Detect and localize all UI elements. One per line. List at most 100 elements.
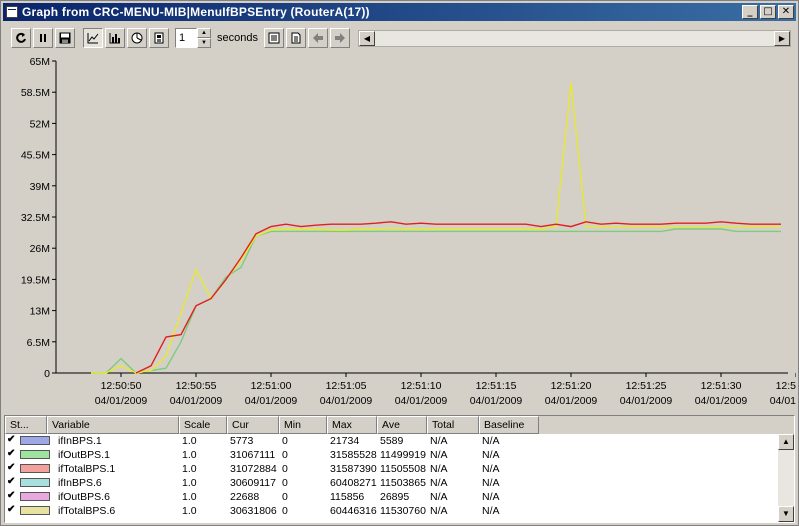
pie-chart-icon[interactable] <box>127 28 147 48</box>
close-button[interactable]: ✕ <box>778 5 794 19</box>
cell-baseline: N/A <box>482 435 500 447</box>
scroll-down-icon[interactable]: ▼ <box>778 506 794 522</box>
cell-ave: 11505508 <box>380 463 426 475</box>
cell-total: N/A <box>430 435 448 447</box>
scroll-left-icon[interactable]: ◀ <box>359 31 375 46</box>
save-icon[interactable] <box>55 28 75 48</box>
chart-area: 0 6.5M 13M 19.5M 26M 32.5M 39M 45.5M 52M 58.5M 65M… <box>3 53 799 409</box>
y-tick-label: 65M <box>30 56 50 68</box>
table-scrollbar[interactable]: ▲ ▼ <box>778 434 794 522</box>
maximize-button[interactable]: □ <box>760 5 776 19</box>
series-checkbox[interactable]: ✔ <box>7 449 18 460</box>
table-header: St... Variable Scale Cur Min Max Ave Total Basel… <box>5 416 794 434</box>
title-bar[interactable]: Graph from CRC-MENU-MIB|MenuIfBPSEntry (… <box>3 3 796 21</box>
table-row[interactable]: ✔ ifOutBPS.6 1.0 22688 0 115856 26895 N/A N/A <box>5 490 794 504</box>
interval-spinner[interactable]: 1 ▲ ▼ <box>175 28 211 48</box>
cell-baseline: N/A <box>482 463 500 475</box>
cell-total: N/A <box>430 491 448 503</box>
scroll-up-icon[interactable]: ▲ <box>778 434 794 450</box>
cell-variable: ifInBPS.1 <box>58 435 102 447</box>
series-line-ifTotalBPS-1 <box>135 221 781 374</box>
line-chart-icon[interactable] <box>83 28 103 48</box>
x-tick-date: 04/01/2009 <box>770 395 796 407</box>
cell-ave: 5589 <box>380 435 404 447</box>
y-tick-label: 6.5M <box>27 337 50 349</box>
cell-max: 115856 <box>330 491 365 503</box>
series-line-ifTotalBPS-6 <box>91 82 781 374</box>
forward-arrow-icon[interactable] <box>329 28 350 48</box>
interval-unit-label: seconds <box>217 32 258 44</box>
cell-cur: 30631806 <box>230 505 277 517</box>
cell-max: 60446316 <box>330 505 377 517</box>
series-checkbox[interactable]: ✔ <box>7 505 18 516</box>
x-tick-time: 12:51:05 <box>326 380 367 392</box>
cell-total: N/A <box>430 477 448 489</box>
minimize-button[interactable]: _ <box>742 5 758 19</box>
y-tick-label: 52M <box>30 118 50 130</box>
column-header-min[interactable]: Min <box>279 416 327 434</box>
x-tick-time: 12:51:15 <box>476 380 517 392</box>
x-tick-time: 12:51:35 <box>776 380 796 392</box>
series-checkbox[interactable]: ✔ <box>7 463 18 474</box>
series-checkbox[interactable]: ✔ <box>7 477 18 488</box>
back-arrow-icon[interactable] <box>307 28 328 48</box>
table-row[interactable]: ✔ ifOutBPS.1 1.0 31067111 0 31585528 11499919 N… <box>5 448 794 462</box>
column-header-baseline[interactable]: Baseline <box>479 416 539 434</box>
cell-variable: ifOutBPS.1 <box>58 449 110 461</box>
cell-scale: 1.0 <box>182 505 197 517</box>
x-tick-time: 12:50:55 <box>176 380 217 392</box>
column-header-status[interactable]: St... <box>5 416 47 434</box>
column-header-variable[interactable]: Variable <box>47 416 179 434</box>
column-header-cur[interactable]: Cur <box>227 416 279 434</box>
interval-input[interactable]: 1 <box>175 28 197 48</box>
table-body: ✔ ifInBPS.1 1.0 5773 0 21734 5589 N/A N/A ✔ ifOutB… <box>5 434 794 518</box>
cell-baseline: N/A <box>482 477 500 489</box>
y-tick-label: 32.5M <box>21 212 50 224</box>
y-tick-label: 13M <box>30 306 50 318</box>
cell-variable: ifTotalBPS.6 <box>58 505 116 517</box>
cell-variable: ifTotalBPS.1 <box>58 463 116 475</box>
cell-scale: 1.0 <box>182 477 197 489</box>
x-tick-date: 04/01/2009 <box>170 395 223 407</box>
time-scrollbar[interactable]: ◀ ▶ <box>358 30 791 47</box>
table-row[interactable]: ✔ ifTotalBPS.6 1.0 30631806 0 60446316 1153076… <box>5 504 794 518</box>
cell-cur: 31072884 <box>230 463 277 475</box>
x-tick-date: 04/01/2009 <box>320 395 373 407</box>
x-tick-time: 12:51:20 <box>551 380 592 392</box>
column-header-total[interactable]: Total <box>427 416 479 434</box>
column-header-scale[interactable]: Scale <box>179 416 227 434</box>
x-tick-date: 04/01/2009 <box>620 395 673 407</box>
cell-min: 0 <box>282 449 288 461</box>
spin-up-icon[interactable]: ▲ <box>197 28 211 38</box>
cell-max: 31585528 <box>330 449 377 461</box>
cell-total: N/A <box>430 463 448 475</box>
scroll-right-icon[interactable]: ▶ <box>774 31 790 46</box>
cell-max: 60408271 <box>330 477 377 489</box>
series-checkbox[interactable]: ✔ <box>7 435 18 446</box>
cell-cur: 30609117 <box>230 477 276 489</box>
document-icon[interactable] <box>285 28 306 48</box>
series-checkbox[interactable]: ✔ <box>7 491 18 502</box>
y-tick-label: 26M <box>30 243 50 255</box>
pause-icon[interactable] <box>33 28 53 48</box>
column-header-ave[interactable]: Ave <box>377 416 427 434</box>
bar-chart-icon[interactable] <box>105 28 125 48</box>
series-line-ifOutBPS-1 <box>91 228 781 374</box>
table-row[interactable]: ✔ ifInBPS.1 1.0 5773 0 21734 5589 N/A N/A <box>5 434 794 448</box>
y-tick-label: 39M <box>30 181 50 193</box>
series-color-swatch <box>20 436 50 445</box>
table-row[interactable]: ✔ ifTotalBPS.1 1.0 31072884 0 31587390 1150550… <box>5 462 794 476</box>
x-tick-time: 12:51:00 <box>251 380 292 392</box>
cell-baseline: N/A <box>482 505 500 517</box>
column-header-max[interactable]: Max <box>327 416 377 434</box>
x-tick-time: 12:51:30 <box>701 380 742 392</box>
cell-scale: 1.0 <box>182 463 197 475</box>
y-tick-label: 58.5M <box>21 87 50 99</box>
spin-down-icon[interactable]: ▼ <box>197 38 211 48</box>
refresh-icon[interactable] <box>11 28 31 48</box>
table-row[interactable]: ✔ ifInBPS.6 1.0 30609117 0 60408271 11503865 N/… <box>5 476 794 490</box>
cell-ave: 26895 <box>380 491 410 503</box>
cell-scale: 1.0 <box>182 449 197 461</box>
list-icon[interactable] <box>263 28 284 48</box>
stacked-chart-icon[interactable] <box>149 28 169 48</box>
